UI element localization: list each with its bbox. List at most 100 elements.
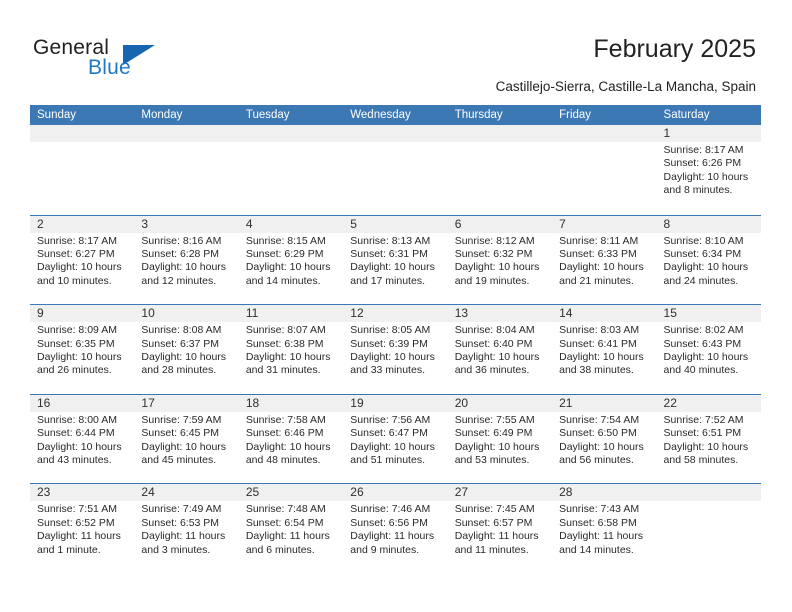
day-detail-line: and 14 minutes.	[559, 543, 634, 556]
calendar-week-row: 23 Sunrise: 7:51 AM Sunset: 6:52 PM Dayligh…	[30, 483, 761, 573]
calendar-page: General Blue February 2025 Castillejo-Si…	[0, 0, 792, 612]
calendar-day-cell[interactable]: 2 Sunrise: 8:17 AM Sunset: 6:27 PM Daylight…	[30, 216, 134, 305]
day-details: Sunrise: 8:15 AM Sunset: 6:29 PM Daylight:…	[246, 235, 338, 289]
calendar-day-cell[interactable]: 15 Sunrise: 8:02 AM Sunset: 6:43 PM Dayligh…	[657, 305, 761, 394]
day-detail-line: and 45 minutes.	[141, 454, 217, 466]
day-detail-line: Sunrise: 8:11 AM	[559, 234, 639, 247]
calendar-cell-empty	[448, 125, 552, 214]
day-number: 17	[141, 395, 155, 410]
day-detail-line: Sunrise: 8:17 AM	[663, 144, 744, 156]
day-detail-line: and 40 minutes.	[663, 364, 739, 377]
calendar-day-cell[interactable]: 4 Sunrise: 8:15 AM Sunset: 6:29 PM Daylight…	[239, 216, 343, 305]
day-details: Sunrise: 7:49 AM Sunset: 6:53 PM Daylight:…	[141, 503, 233, 557]
calendar-day-cell[interactable]: 24 Sunrise: 7:49 AM Sunset: 6:53 PM Dayligh…	[134, 484, 238, 573]
day-detail-line: Daylight: 10 hours	[141, 440, 227, 453]
calendar-day-cell[interactable]: 8 Sunrise: 8:10 AM Sunset: 6:34 PM Daylight…	[657, 216, 761, 305]
day-number: 5	[350, 216, 357, 231]
day-detail-line: and 38 minutes.	[559, 364, 634, 377]
day-detail-line: and 10 minutes.	[37, 274, 112, 287]
day-detail-line: Daylight: 10 hours	[350, 351, 435, 363]
calendar-day-cell[interactable]: 16 Sunrise: 8:00 AM Sunset: 6:44 PM Dayligh…	[30, 395, 134, 484]
day-detail-line: and 21 minutes.	[559, 274, 634, 287]
page-title: February 2025	[593, 35, 756, 63]
calendar-day-cell[interactable]: 1 Sunrise: 8:17 AM Sunset: 6:26 PM Daylight…	[657, 125, 761, 214]
day-detail-line: Sunset: 6:32 PM	[454, 248, 533, 260]
day-detail-line: Sunset: 6:33 PM	[559, 248, 637, 260]
calendar-cell-empty	[30, 125, 134, 214]
calendar-day-cell[interactable]: 22 Sunrise: 7:52 AM Sunset: 6:51 PM Dayligh…	[657, 395, 761, 484]
day-detail-line: Daylight: 10 hours	[141, 351, 227, 363]
calendar-day-cell[interactable]: 20 Sunrise: 7:55 AM Sunset: 6:49 PM Dayligh…	[448, 395, 552, 484]
calendar-day-cell[interactable]: 21 Sunrise: 7:54 AM Sunset: 6:50 PM Dayligh…	[552, 395, 656, 484]
day-details: Sunrise: 8:11 AM Sunset: 6:33 PM Daylight:…	[559, 235, 651, 289]
calendar-day-cell[interactable]: 26 Sunrise: 7:46 AM Sunset: 6:56 PM Dayligh…	[343, 484, 447, 573]
day-detail-line: Daylight: 10 hours	[37, 261, 122, 274]
calendar-day-cell[interactable]: 12 Sunrise: 8:05 AM Sunset: 6:39 PM Dayligh…	[343, 305, 447, 394]
day-number: 21	[559, 395, 573, 410]
calendar-day-cell[interactable]: 28 Sunrise: 7:43 AM Sunset: 6:58 PM Dayligh…	[552, 484, 656, 573]
day-detail-line: Sunset: 6:37 PM	[141, 337, 220, 350]
day-number: 15	[663, 306, 677, 321]
day-detail-line: Sunrise: 7:49 AM	[141, 503, 222, 516]
day-details: Sunrise: 7:48 AM Sunset: 6:54 PM Daylight:…	[246, 503, 338, 557]
day-number: 12	[350, 306, 364, 321]
calendar-day-cell[interactable]: 6 Sunrise: 8:12 AM Sunset: 6:32 PM Daylight…	[448, 216, 552, 305]
day-details: Sunrise: 8:08 AM Sunset: 6:37 PM Daylight:…	[141, 324, 233, 378]
calendar-day-cell[interactable]: 18 Sunrise: 7:58 AM Sunset: 6:46 PM Dayligh…	[239, 395, 343, 484]
day-detail-line: and 9 minutes.	[350, 543, 420, 556]
calendar-day-cell[interactable]: 9 Sunrise: 8:09 AM Sunset: 6:35 PM Daylight…	[30, 305, 134, 394]
calendar-day-cell[interactable]: 10 Sunrise: 8:08 AM Sunset: 6:37 PM Dayligh…	[134, 305, 238, 394]
day-details: Sunrise: 8:00 AM Sunset: 6:44 PM Daylight:…	[37, 414, 129, 468]
calendar-day-cell[interactable]: 19 Sunrise: 7:56 AM Sunset: 6:47 PM Dayligh…	[343, 395, 447, 484]
calendar-cell-empty	[657, 484, 761, 573]
day-detail-line: and 43 minutes.	[37, 454, 112, 466]
calendar-day-cell[interactable]: 27 Sunrise: 7:45 AM Sunset: 6:57 PM Dayligh…	[448, 484, 552, 573]
day-number: 18	[245, 395, 260, 410]
day-details: Sunrise: 7:45 AM Sunset: 6:57 PM Daylight:…	[455, 503, 547, 557]
day-detail-line: Sunrise: 8:02 AM	[663, 324, 744, 337]
day-detail-line: and 14 minutes.	[245, 274, 321, 287]
calendar-cell-empty	[239, 125, 343, 214]
day-number: 1	[663, 126, 671, 140]
calendar-day-cell[interactable]: 25 Sunrise: 7:48 AM Sunset: 6:54 PM Dayligh…	[239, 484, 343, 573]
day-detail-line: Sunrise: 8:15 AM	[245, 234, 326, 247]
day-details: Sunrise: 7:54 AM Sunset: 6:50 PM Daylight:…	[559, 414, 651, 468]
day-detail-line: and 6 minutes.	[245, 543, 315, 556]
day-details: Sunrise: 8:13 AM Sunset: 6:31 PM Daylight:…	[350, 235, 442, 289]
day-details: Sunrise: 7:46 AM Sunset: 6:56 PM Daylight:…	[350, 503, 442, 557]
day-details: Sunrise: 8:17 AM Sunset: 6:27 PM Daylight:…	[37, 235, 129, 289]
calendar-day-cell[interactable]: 14 Sunrise: 8:03 AM Sunset: 6:41 PM Dayligh…	[552, 305, 656, 394]
calendar-day-cell[interactable]: 17 Sunrise: 7:59 AM Sunset: 6:45 PM Dayligh…	[134, 395, 238, 484]
calendar-week-row: 16 Sunrise: 8:00 AM Sunset: 6:44 PM Dayligh…	[30, 393, 761, 484]
day-number: 22	[663, 395, 677, 410]
calendar-day-cell[interactable]: 3 Sunrise: 8:16 AM Sunset: 6:28 PM Daylight…	[134, 216, 238, 305]
day-detail-line: Sunrise: 8:10 AM	[663, 234, 744, 247]
day-number: 24	[141, 485, 155, 500]
calendar-day-cell[interactable]: 11 Sunrise: 8:07 AM Sunset: 6:38 PM Dayligh…	[239, 305, 343, 394]
calendar-day-cell[interactable]: 7 Sunrise: 8:11 AM Sunset: 6:33 PM Daylight…	[552, 216, 656, 305]
calendar-day-cell[interactable]: 5 Sunrise: 8:13 AM Sunset: 6:31 PM Daylight…	[343, 216, 447, 305]
day-detail-line: Daylight: 10 hours	[454, 440, 540, 453]
calendar-cell-empty	[552, 125, 656, 214]
day-detail-line: Sunset: 6:52 PM	[37, 516, 115, 529]
calendar-day-cell[interactable]: 13 Sunrise: 8:04 AM Sunset: 6:40 PM Dayligh…	[448, 305, 552, 394]
day-details: Sunrise: 8:17 AM Sunset: 6:26 PM Daylight:…	[664, 144, 756, 198]
location-subtitle: Castillejo-Sierra, Castille-La Mancha, S…	[495, 79, 756, 94]
day-detail-line: Sunrise: 7:46 AM	[350, 503, 431, 516]
week-cells: 1 Sunrise: 8:17 AM Sunset: 6:26 PM Daylight…	[30, 125, 761, 214]
day-details: Sunrise: 7:55 AM Sunset: 6:49 PM Daylight:…	[455, 414, 547, 468]
day-detail-line: and 17 minutes.	[350, 274, 425, 287]
day-number: 4	[245, 216, 253, 231]
day-detail-line: and 19 minutes.	[454, 274, 530, 287]
day-number: 14	[559, 306, 573, 321]
day-detail-line: Daylight: 11 hours	[141, 530, 226, 543]
calendar-day-cell[interactable]: 23 Sunrise: 7:51 AM Sunset: 6:52 PM Dayligh…	[30, 484, 134, 573]
day-detail-line: Sunrise: 8:07 AM	[245, 324, 326, 337]
day-number: 3	[141, 216, 149, 231]
day-detail-line: Sunset: 6:44 PM	[37, 427, 115, 440]
day-details: Sunrise: 8:03 AM Sunset: 6:41 PM Daylight:…	[559, 324, 651, 378]
day-detail-line: Sunrise: 7:55 AM	[454, 413, 535, 426]
day-detail-line: Daylight: 10 hours	[350, 261, 435, 274]
day-detail-line: Sunset: 6:46 PM	[245, 427, 324, 440]
weekday-header-row: Sunday Monday Tuesday Wednesday Thursday Frid…	[30, 105, 761, 125]
